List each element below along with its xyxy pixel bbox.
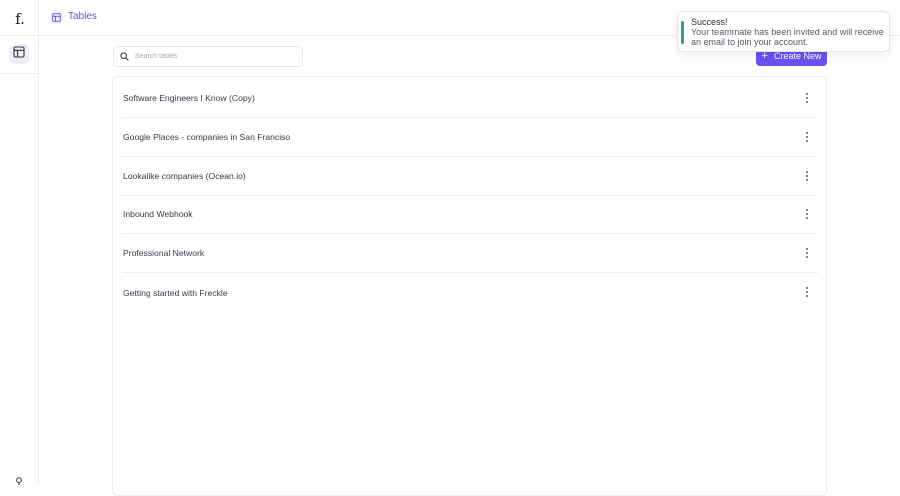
table-row[interactable]: Google Places - companies in San Francis… [122,118,818,157]
sidebar-divider [0,35,39,36]
tables-list: Software Engineers I Know (Copy) Google … [112,76,827,496]
toast-message: Your teammate has been invited and will … [691,27,884,47]
toast-status-bar [681,21,684,44]
table-icon [13,45,25,63]
table-row[interactable]: Professional Network [122,234,818,273]
table-row[interactable]: Getting started with Freckle [122,273,818,312]
create-new-label: Create New [773,51,822,61]
sidebar: f. [0,0,39,487]
more-options-icon[interactable] [804,93,810,103]
more-options-icon[interactable] [804,248,810,258]
more-options-icon[interactable] [804,171,810,181]
plus-icon: + [761,49,768,62]
search-icon [120,52,129,61]
sidebar-divider [0,73,39,74]
breadcrumb[interactable]: Tables [68,11,97,22]
table-row[interactable]: Software Engineers I Know (Copy) [122,79,818,118]
table-name: Google Places - companies in San Francis… [123,132,291,142]
search-input[interactable] [135,53,295,60]
help-icon[interactable] [13,475,25,487]
table-name: Lookalike companies (Ocean.io) [123,171,246,181]
table-name: Inbound Webhook [123,209,193,219]
table-row[interactable]: Inbound Webhook [122,195,818,234]
table-name: Professional Network [123,248,205,258]
table-row[interactable]: Lookalike companies (Ocean.io) [122,157,818,196]
sidebar-item-tables[interactable] [9,44,29,64]
freckle-logo[interactable]: f. [10,9,30,29]
search-box [113,46,303,67]
table-icon [50,11,63,24]
more-options-icon[interactable] [804,287,810,297]
more-options-icon[interactable] [804,132,810,142]
success-toast[interactable]: Success! Your teammate has been invited … [677,11,890,52]
more-options-icon[interactable] [804,209,810,219]
table-name: Getting started with Freckle [123,287,228,298]
table-name: Software Engineers I Know (Copy) [123,93,255,103]
toast-title: Success! [691,17,728,27]
